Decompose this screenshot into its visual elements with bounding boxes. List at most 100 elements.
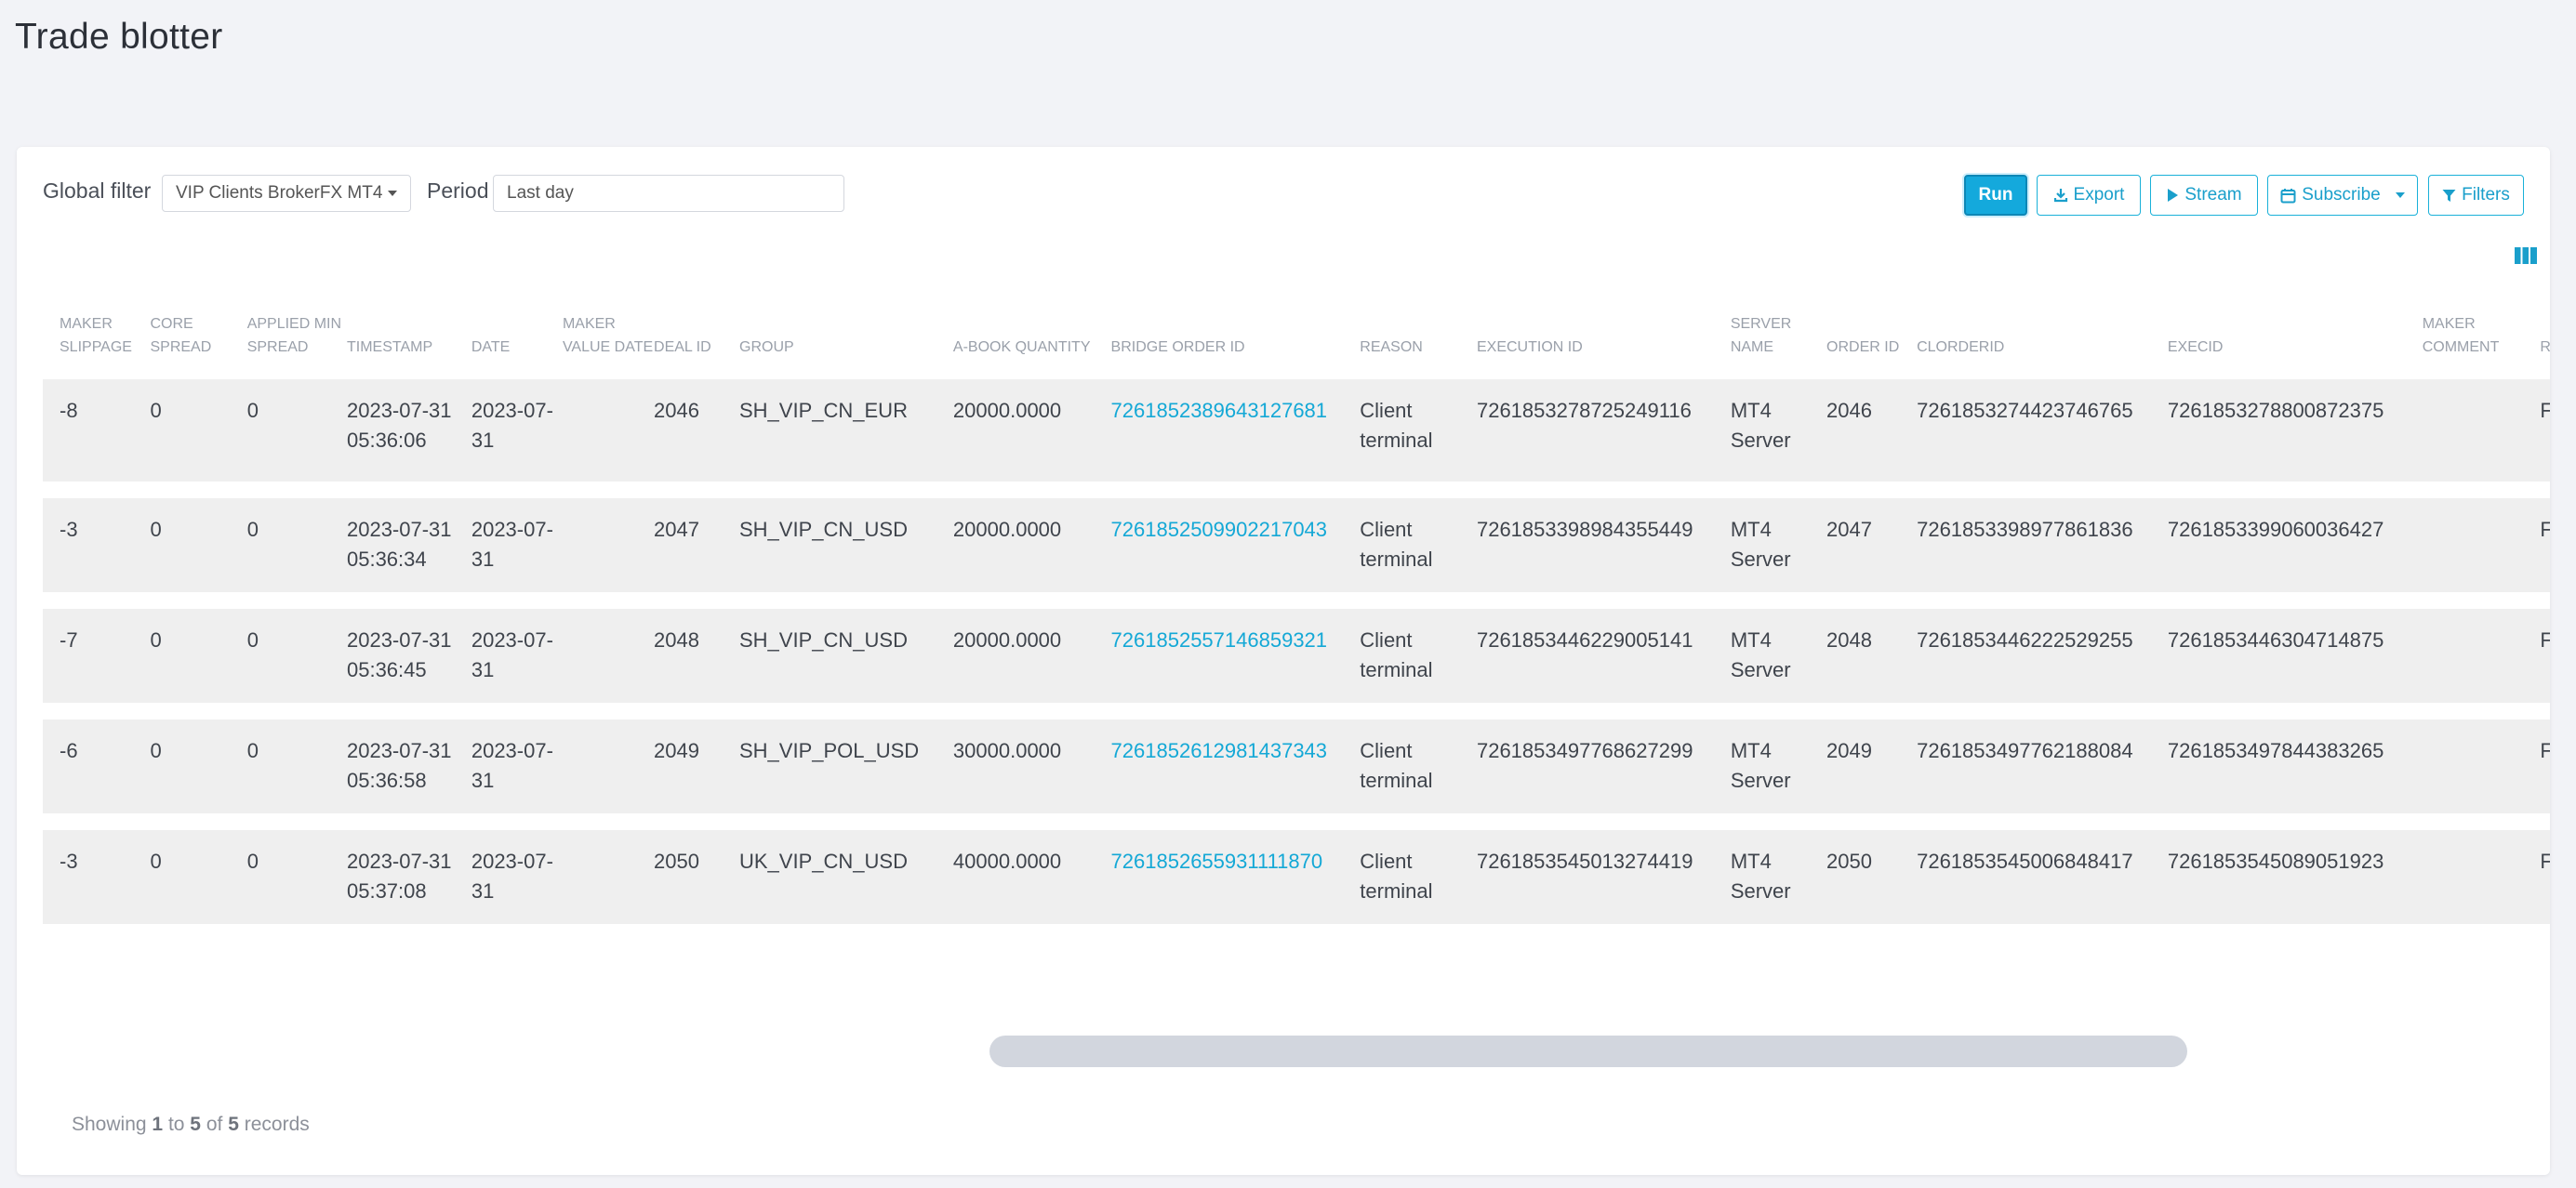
summary-of-word: of (206, 1114, 223, 1135)
cell-server-name: MT4 Server (1730, 739, 1791, 792)
col-a-book-quantity[interactable]: A-BOOK QUANTITY (953, 284, 1111, 379)
subscribe-button[interactable]: Subscribe (2267, 175, 2418, 216)
summary-suffix: records (244, 1114, 310, 1135)
cell-core-spread: 0 (150, 518, 162, 541)
summary-total: 5 (228, 1114, 239, 1135)
cell-execution-id: 7261853278725249116 (1476, 399, 1692, 422)
col-server-name[interactable]: SERVER NAME (1731, 284, 1826, 379)
page-title: Trade blotter (15, 17, 223, 57)
cell-reason: Client terminal (1360, 850, 1433, 903)
global-filter-select[interactable]: VIP Clients BrokerFX MT4 (162, 175, 411, 212)
col-maker-value-date[interactable]: MAKER VALUE DATE (563, 284, 654, 379)
cell-reason: Client terminal (1360, 518, 1433, 571)
period-input[interactable] (493, 175, 844, 212)
col-execution-id[interactable]: EXECUTION ID (1477, 284, 1731, 379)
cell-maker-slippage: -6 (60, 739, 78, 762)
cell-maker-value-date (563, 601, 654, 711)
caret-down-icon (2395, 192, 2405, 198)
cell-deal-id: 2047 (654, 518, 699, 541)
cell-a-book-quantity: 30000.0000 (952, 739, 1062, 762)
records-summary: Showing 1 to 5 of 5 records (72, 1114, 310, 1136)
cell-a-book-quantity: 40000.0000 (952, 850, 1062, 873)
filters-button[interactable]: Filters (2428, 175, 2524, 216)
cell-res: Fil (2540, 518, 2550, 541)
cell-maker-comment (2423, 601, 2541, 711)
cell-group: SH_VIP_POL_USD (739, 739, 920, 762)
col-reason[interactable]: REASON (1360, 284, 1477, 379)
cell-timestamp: 2023-07-31 05:36:58 (346, 739, 452, 792)
stream-button-label: Stream (2184, 185, 2242, 205)
cell-applied-min-spread: 0 (246, 399, 259, 422)
cell-maker-slippage: -7 (60, 628, 78, 652)
cell-res: Fil (2540, 850, 2550, 873)
stream-button[interactable]: Stream (2150, 175, 2258, 216)
cell-maker-value-date (563, 490, 654, 601)
bridge-order-id-link[interactable]: 7261852557146859321 (1111, 601, 1361, 711)
global-filter-value: VIP Clients BrokerFX MT4 (176, 183, 383, 203)
cell-clorderid: 7261853398977861836 (1917, 518, 2133, 541)
table-header-row: MAKER SLIPPAGE CORE SPREAD APPLIED MIN S… (43, 284, 2550, 379)
cell-applied-min-spread: 0 (246, 739, 259, 762)
cell-deal-id: 2046 (654, 399, 699, 422)
cell-deal-id: 2050 (654, 850, 699, 873)
trade-blotter-panel: Global filter VIP Clients BrokerFX MT4 P… (17, 147, 2550, 1175)
table-row[interactable]: -8 0 0 2023-07-31 05:36:06 2023-07-31 20… (43, 379, 2550, 490)
bridge-order-id-link[interactable]: 7261852389643127681 (1111, 379, 1361, 490)
col-deal-id[interactable]: DEAL ID (654, 284, 739, 379)
cell-execution-id: 7261853497768627299 (1476, 739, 1693, 762)
col-bridge-order-id[interactable]: BRIDGE ORDER ID (1111, 284, 1361, 379)
bridge-order-id-link[interactable]: 7261852612981437343 (1111, 711, 1361, 822)
cell-maker-comment (2423, 490, 2541, 601)
col-res[interactable]: RES (2540, 284, 2550, 379)
col-maker-slippage[interactable]: MAKER SLIPPAGE (43, 284, 150, 379)
cell-timestamp: 2023-07-31 05:36:34 (346, 518, 452, 571)
trade-table: MAKER SLIPPAGE CORE SPREAD APPLIED MIN S… (43, 284, 2550, 941)
horizontal-scrollbar-thumb[interactable] (989, 1036, 2187, 1067)
cell-maker-slippage: -3 (60, 518, 78, 541)
cell-maker-value-date (563, 711, 654, 822)
cell-timestamp: 2023-07-31 05:36:06 (346, 399, 452, 452)
cell-order-id: 2048 (1826, 628, 1872, 652)
column-toggle-icon[interactable] (2515, 247, 2537, 264)
download-icon (2053, 189, 2067, 203)
table-row[interactable]: -7 0 0 2023-07-31 05:36:45 2023-07-31 20… (43, 601, 2550, 711)
col-applied-min-spread[interactable]: APPLIED MIN SPREAD (247, 284, 347, 379)
col-group[interactable]: GROUP (739, 284, 953, 379)
table-row[interactable]: -3 0 0 2023-07-31 05:37:08 2023-07-31 20… (43, 822, 2550, 932)
cell-execution-id: 7261853545013274419 (1476, 850, 1693, 873)
cell-order-id: 2050 (1826, 850, 1872, 873)
col-order-id[interactable]: ORDER ID (1826, 284, 1917, 379)
cell-server-name: MT4 Server (1730, 399, 1791, 452)
cell-maker-value-date (563, 379, 654, 490)
calendar-icon (2280, 188, 2296, 203)
cell-order-id: 2049 (1826, 739, 1872, 762)
cell-execid: 7261853446304714875 (2167, 628, 2384, 652)
table-row[interactable]: -3 0 0 2023-07-31 05:36:34 2023-07-31 20… (43, 490, 2550, 601)
bridge-order-id-link[interactable]: 7261852655931111870 (1111, 822, 1361, 932)
cell-server-name: MT4 Server (1730, 628, 1791, 681)
cell-date: 2023-07-31 (471, 739, 553, 792)
col-maker-comment[interactable]: MAKER COMMENT (2423, 284, 2541, 379)
filters-button-label: Filters (2462, 185, 2510, 205)
cell-clorderid: 7261853446222529255 (1917, 628, 2133, 652)
col-date[interactable]: DATE (471, 284, 563, 379)
run-button[interactable]: Run (1964, 175, 2027, 216)
cell-res: Fil (2540, 739, 2550, 762)
export-button[interactable]: Export (2037, 175, 2141, 216)
col-core-spread[interactable]: CORE SPREAD (150, 284, 246, 379)
global-filter-label: Global filter (43, 178, 152, 203)
table-row[interactable]: -6 0 0 2023-07-31 05:36:58 2023-07-31 20… (43, 711, 2550, 822)
cell-reason: Client terminal (1360, 739, 1433, 792)
summary-to-word: to (167, 1114, 185, 1135)
cell-res: Fil (2540, 399, 2550, 422)
cell-timestamp: 2023-07-31 05:37:08 (346, 850, 452, 903)
cell-date: 2023-07-31 (471, 399, 553, 452)
bridge-order-id-link[interactable]: 7261852509902217043 (1111, 490, 1361, 601)
cell-applied-min-spread: 0 (246, 628, 259, 652)
cell-clorderid: 7261853497762188084 (1917, 739, 2133, 762)
col-execid[interactable]: EXECID (2168, 284, 2423, 379)
col-timestamp[interactable]: TIMESTAMP (347, 284, 471, 379)
col-clorderid[interactable]: CLORDERID (1917, 284, 2168, 379)
cell-execid: 7261853278800872375 (2167, 399, 2384, 422)
cell-reason: Client terminal (1360, 628, 1433, 681)
